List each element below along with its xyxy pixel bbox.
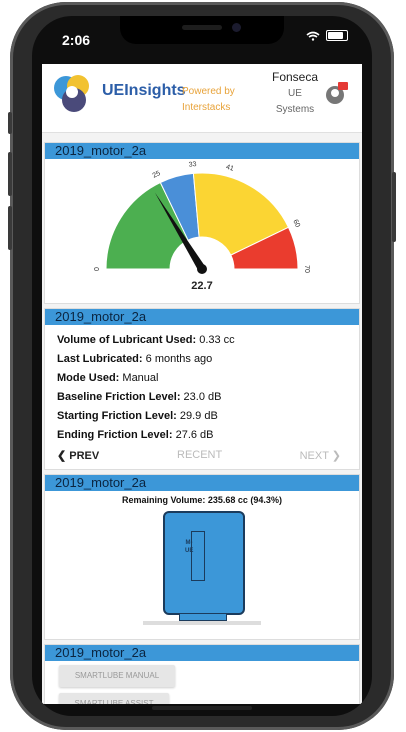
gauge-tick-label: 60 (291, 219, 301, 229)
tank-window (191, 531, 205, 581)
controls-card: 2019_motor_2a SMARTLUBE MANUAL SMARTLUBE… (44, 644, 360, 704)
info-value: Manual (122, 372, 159, 384)
info-value: 6 months ago (145, 353, 213, 365)
powered-line-2: Interstacks (182, 102, 231, 113)
brand-name: UEInsights (102, 82, 186, 99)
gauge-tick-label: 0 (94, 267, 101, 271)
remaining-volume: Remaining Volume: 235.68 cc (94.3%) (122, 495, 282, 505)
info-label: Last Lubricated: (57, 353, 143, 365)
gauge-tick-label: 25 (152, 170, 162, 180)
wifi-icon (306, 31, 320, 41)
mail-icon[interactable] (338, 82, 348, 90)
friction-gauge: 0 25 33 41 60 70 22.7 (94, 161, 310, 292)
app-screen: UEInsights Powered by Interstacks Fonsec… (42, 64, 362, 704)
info-line-baseline: Baseline Friction Level: 23.0 dB (57, 388, 359, 407)
volume-up-button (8, 152, 12, 196)
history-nav: ❮ PREV RECENT NEXT ❯ (45, 445, 359, 467)
gauge-tick-label: 33 (188, 161, 196, 169)
org-line-1: UE (288, 88, 302, 99)
lubricant-tank: M-UE (163, 511, 245, 615)
status-icons (306, 30, 348, 41)
gauge-value-label: 22.7 (191, 280, 212, 292)
chevron-right-icon: ❯ (331, 450, 341, 462)
user-name[interactable]: Fonseca (272, 70, 318, 84)
volume-card-title: 2019_motor_2a (45, 475, 359, 491)
volume-down-button (8, 206, 12, 250)
info-label: Volume of Lubricant Used: (57, 334, 197, 346)
info-label: Mode Used: (57, 372, 120, 384)
battery-icon (326, 30, 348, 41)
tank-base (179, 613, 227, 621)
gauge-card: 2019_motor_2a 0 25 33 41 60 70 22.7 (44, 142, 360, 304)
info-value: 29.9 dB (179, 410, 218, 422)
info-lines: Volume of Lubricant Used: 0.33 cc Last L… (45, 331, 359, 445)
volume-card: 2019_motor_2a Remaining Volume: 235.68 c… (44, 474, 360, 640)
phone-frame: 2:06 UEInsights Powered by Interstacks F… (8, 2, 396, 730)
power-button (392, 172, 396, 242)
status-time: 2:06 (62, 32, 91, 48)
info-line-ending: Ending Friction Level: 27.6 dB (57, 426, 359, 445)
user-organization: UE Systems (275, 86, 315, 118)
mute-switch (8, 112, 12, 134)
gauge-card-title: 2019_motor_2a (45, 143, 359, 159)
info-line-starting: Starting Friction Level: 29.9 dB (57, 407, 359, 426)
ueinsights-logo-icon (54, 75, 89, 112)
powered-line-1: Powered by (182, 86, 235, 97)
info-label: Baseline Friction Level: (57, 391, 181, 403)
info-line-mode: Mode Used: Manual (57, 369, 359, 388)
gauge-hub (197, 264, 207, 274)
info-value: 27.6 dB (175, 429, 214, 441)
status-bar: 2:06 (32, 16, 372, 56)
info-line-last-lubricated: Last Lubricated: 6 months ago (57, 350, 359, 369)
info-card: 2019_motor_2a Volume of Lubricant Used: … (44, 308, 360, 470)
info-line-volume: Volume of Lubricant Used: 0.33 cc (57, 331, 359, 350)
prev-button[interactable]: ❮ PREV (57, 449, 99, 462)
phone-screen: 2:06 UEInsights Powered by Interstacks F… (32, 16, 372, 716)
tank-shelf (143, 621, 261, 625)
smartlube-manual-button[interactable]: SMARTLUBE MANUAL (59, 665, 175, 687)
smartlube-assist-button[interactable]: SMARTLUBE ASSIST (59, 693, 169, 704)
powered-by: Powered by Interstacks (182, 84, 235, 116)
info-label: Starting Friction Level: (57, 410, 177, 422)
next-button[interactable]: NEXT ❯ (300, 449, 341, 462)
info-label: Ending Friction Level: (57, 429, 173, 441)
recent-button[interactable]: RECENT (177, 449, 222, 461)
next-label: NEXT (299, 450, 329, 462)
home-indicator[interactable] (152, 706, 252, 710)
info-card-title: 2019_motor_2a (45, 309, 359, 325)
chevron-left-icon: ❮ (57, 450, 67, 462)
org-line-2: Systems (275, 104, 315, 115)
controls-card-title: 2019_motor_2a (45, 645, 359, 661)
info-value: 0.33 cc (199, 334, 235, 346)
prev-label: PREV (69, 450, 100, 462)
info-value: 23.0 dB (183, 391, 222, 403)
gauge-tick-label: 70 (303, 265, 310, 273)
app-header: UEInsights Powered by Interstacks Fonsec… (42, 64, 362, 133)
tank-label: M-UE (185, 540, 194, 554)
gauge-tick-label: 41 (225, 164, 234, 173)
